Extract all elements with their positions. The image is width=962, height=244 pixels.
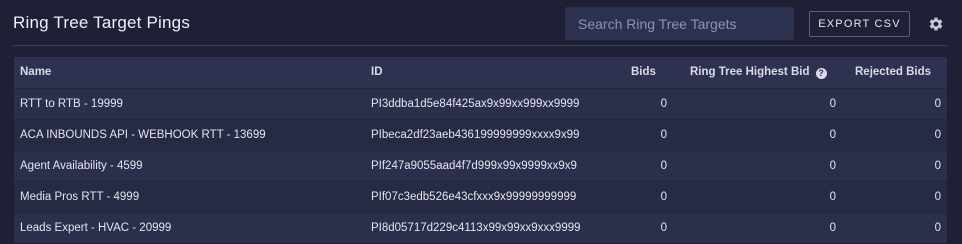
table-row[interactable]: ACA INBOUNDS API - WEBHOOK RTT - 13699 P…: [14, 119, 947, 150]
cell-name: RTT to RTB - 19999: [20, 98, 123, 110]
cell-name: Leads Expert - HVAC - 20999: [20, 222, 172, 234]
cell-bids: 0: [660, 98, 667, 110]
cell-highest-bid: 0: [829, 98, 836, 110]
question-circle-icon[interactable]: ?: [815, 68, 827, 79]
column-header-bids[interactable]: Bids: [631, 66, 656, 78]
search-input[interactable]: [565, 7, 794, 40]
table-row[interactable]: Leads Expert - HVAC - 20999 PI8d05717d22…: [14, 212, 947, 243]
cell-rejected: 0: [934, 160, 941, 172]
cell-id: PIf07c3edb526e43cfxxx9x99999999999: [371, 191, 577, 203]
column-header-rejected[interactable]: Rejected Bids: [855, 66, 931, 78]
cell-rejected: 0: [934, 222, 941, 234]
cell-highest-bid: 0: [829, 160, 836, 172]
cell-bids: 0: [660, 222, 667, 234]
cell-id: PI3ddba1d5e84f425ax9x99xx999xx9999: [371, 98, 580, 110]
cell-id: PIbeca2df23aeb436199999999xxxx9x99: [371, 129, 580, 141]
column-header-name[interactable]: Name: [20, 66, 51, 78]
cell-highest-bid: 0: [829, 129, 836, 141]
cell-rejected: 0: [934, 129, 941, 141]
header-divider: [13, 45, 947, 46]
cell-highest-bid: 0: [829, 222, 836, 234]
cell-rejected: 0: [934, 191, 941, 203]
page-title: Ring Tree Target Pings: [13, 13, 191, 32]
cell-bids: 0: [660, 160, 667, 172]
cell-name: ACA INBOUNDS API - WEBHOOK RTT - 13699: [20, 129, 266, 141]
cell-highest-bid: 0: [829, 191, 836, 203]
column-header-id[interactable]: ID: [371, 66, 383, 78]
table-row[interactable]: RTT to RTB - 19999 PI3ddba1d5e84f425ax9x…: [14, 88, 947, 119]
pings-table: Name ID Bids Ring Tree Highest Bid? Reje…: [14, 57, 947, 243]
top-bar: Ring Tree Target Pings EXPORT CSV: [0, 0, 962, 46]
cell-id: PI8d05717d229c4113x99x99xx9xxx9999: [371, 222, 581, 234]
cell-bids: 0: [660, 129, 667, 141]
table-header: Name ID Bids Ring Tree Highest Bid? Reje…: [14, 57, 947, 88]
cell-id: PIf247a9055aad4f7d999x99x9999xx9x9: [371, 160, 577, 172]
column-header-highest-bid[interactable]: Ring Tree Highest Bid?: [690, 66, 827, 79]
cell-name: Media Pros RTT - 4999: [20, 191, 140, 203]
cell-rejected: 0: [934, 98, 941, 110]
table-row[interactable]: Agent Availability - 4599 PIf247a9055aad…: [14, 150, 947, 181]
cell-bids: 0: [660, 191, 667, 203]
gear-icon[interactable]: [928, 16, 944, 32]
export-csv-button[interactable]: EXPORT CSV: [809, 11, 910, 37]
column-header-highest-bid-label: Ring Tree Highest Bid: [690, 66, 810, 78]
cell-name: Agent Availability - 4599: [20, 160, 143, 172]
table-row[interactable]: Media Pros RTT - 4999 PIf07c3edb526e43cf…: [14, 181, 947, 212]
